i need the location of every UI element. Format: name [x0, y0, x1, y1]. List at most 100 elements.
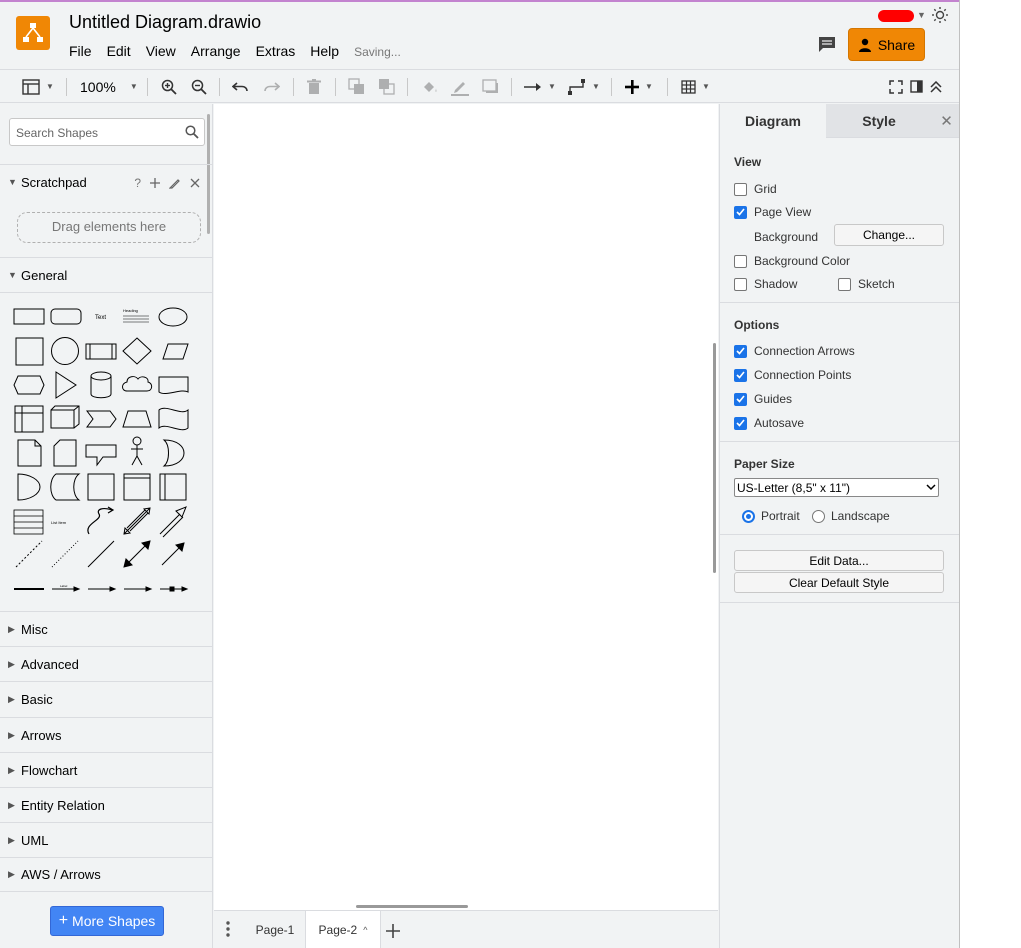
fill-color-button[interactable]: [421, 70, 439, 103]
shape-connector-symbol[interactable]: [160, 586, 189, 592]
connection-arrows-checkbox[interactable]: Connection Arrows: [734, 344, 855, 358]
connection-style-button[interactable]: ▼: [524, 70, 556, 103]
table-button[interactable]: ▼: [681, 70, 710, 103]
shape-connector-three-labels[interactable]: [124, 586, 153, 592]
shape-tape[interactable]: [158, 407, 189, 431]
scratchpad-dropzone[interactable]: Drag elements here: [17, 212, 201, 243]
autosave-checkbox[interactable]: Autosave: [734, 416, 804, 430]
page-view-checkbox[interactable]: Page View: [734, 205, 811, 219]
shadow-checkbox[interactable]: Shadow: [734, 277, 797, 291]
shape-container-square[interactable]: [87, 473, 115, 501]
shape-document[interactable]: [158, 376, 189, 395]
chevron-up-icon[interactable]: ^: [363, 925, 367, 935]
section-uml[interactable]: ▶ UML: [0, 822, 212, 857]
search-icon[interactable]: [185, 125, 199, 139]
shape-cloud[interactable]: [122, 376, 153, 392]
share-button[interactable]: Share: [848, 28, 925, 61]
to-front-button[interactable]: [348, 70, 365, 103]
shape-textbox[interactable]: Heading: [123, 308, 149, 323]
shape-triangle[interactable]: [55, 371, 77, 399]
shape-card[interactable]: [53, 439, 77, 467]
shape-rectangle[interactable]: [13, 308, 45, 325]
section-aws-arrows[interactable]: ▶ AWS / Arrows: [0, 857, 212, 892]
shape-list[interactable]: [13, 509, 44, 535]
tab-diagram[interactable]: Diagram: [720, 104, 826, 138]
collapse-button[interactable]: [930, 70, 942, 103]
shape-data-storage[interactable]: [50, 473, 81, 501]
shape-parallelogram[interactable]: [162, 343, 189, 360]
page-tab-1[interactable]: Page-1: [246, 911, 304, 948]
page-tab-2[interactable]: Page-2 ^: [305, 911, 381, 948]
shape-process[interactable]: [85, 343, 117, 360]
more-shapes-button[interactable]: + More Shapes: [50, 906, 164, 936]
shape-directional-connector[interactable]: [161, 542, 185, 566]
close-icon[interactable]: [190, 178, 200, 188]
portrait-radio[interactable]: Portrait: [742, 509, 800, 523]
shape-connector-two-labels[interactable]: [88, 586, 117, 592]
shape-actor[interactable]: [131, 436, 143, 466]
grid-checkbox[interactable]: Grid: [734, 182, 777, 196]
shape-arrow[interactable]: [159, 506, 187, 538]
search-input[interactable]: Search Shapes: [9, 118, 205, 146]
menu-file[interactable]: File: [69, 43, 92, 61]
waypoints-button[interactable]: ▼: [568, 70, 600, 103]
shape-delay[interactable]: [17, 473, 41, 501]
shape-text[interactable]: Text: [95, 315, 106, 321]
plus-icon[interactable]: [150, 178, 160, 188]
shape-bidirectional-connector[interactable]: [123, 540, 151, 568]
zoom-select[interactable]: 100% ▼: [80, 70, 138, 103]
user-avatar[interactable]: [878, 10, 914, 22]
zoom-out-button[interactable]: [191, 70, 207, 103]
section-entity-relation[interactable]: ▶ Entity Relation: [0, 787, 212, 822]
section-flowchart[interactable]: ▶ Flowchart: [0, 752, 212, 787]
clear-default-style-button[interactable]: Clear Default Style: [734, 572, 944, 593]
tab-style[interactable]: Style: [826, 104, 932, 138]
line-color-button[interactable]: [451, 70, 469, 103]
shape-diamond[interactable]: [122, 337, 152, 365]
add-page-button[interactable]: [386, 918, 400, 944]
shadow-button[interactable]: [482, 70, 499, 103]
help-icon[interactable]: ?: [134, 176, 141, 190]
section-misc[interactable]: ▶ Misc: [0, 611, 212, 646]
insert-button[interactable]: ▼: [625, 70, 653, 103]
redo-button[interactable]: [263, 70, 280, 103]
document-title[interactable]: Untitled Diagram.drawio: [69, 12, 261, 33]
pencil-icon[interactable]: [169, 177, 181, 189]
shape-dashed-line[interactable]: [15, 540, 43, 568]
shape-container-header[interactable]: [123, 473, 151, 501]
shape-rounded-rectangle[interactable]: [50, 308, 82, 325]
shape-connector-label[interactable]: Label: [52, 584, 81, 592]
zoom-in-button[interactable]: [161, 70, 177, 103]
paper-size-select[interactable]: US-Letter (8,5" x 11"): [734, 478, 939, 497]
menu-edit[interactable]: Edit: [107, 43, 131, 61]
scratchpad-header[interactable]: ▼ Scratchpad ?: [0, 164, 212, 199]
menu-arrange[interactable]: Arrange: [191, 43, 241, 61]
shape-dotted-line[interactable]: [51, 540, 79, 568]
shape-ellipse[interactable]: [158, 307, 188, 327]
menu-extras[interactable]: Extras: [256, 43, 296, 61]
shape-cylinder[interactable]: [90, 371, 112, 399]
background-color-checkbox[interactable]: Background Color: [734, 254, 850, 268]
chevron-down-icon[interactable]: ▼: [917, 10, 926, 20]
landscape-radio[interactable]: Landscape: [812, 509, 890, 523]
shape-hexagon[interactable]: [13, 375, 45, 395]
sketch-checkbox[interactable]: Sketch: [838, 277, 895, 291]
general-header[interactable]: ▼ General: [0, 257, 212, 292]
shape-circle[interactable]: [51, 337, 79, 365]
shape-bidirectional-arrow[interactable]: [123, 507, 151, 535]
change-background-button[interactable]: Change...: [834, 224, 944, 246]
canvas-vertical-scrollbar[interactable]: [713, 343, 716, 573]
shape-internal-storage[interactable]: [14, 405, 44, 433]
to-back-button[interactable]: [378, 70, 395, 103]
section-advanced[interactable]: ▶ Advanced: [0, 646, 212, 681]
shape-swimlane[interactable]: [159, 473, 187, 501]
shape-trapezoid[interactable]: [122, 410, 152, 428]
menu-view[interactable]: View: [146, 43, 176, 61]
delete-button[interactable]: [307, 70, 321, 103]
drawio-logo-icon[interactable]: [16, 16, 50, 50]
shape-list-item[interactable]: List Item: [51, 520, 67, 525]
fullscreen-button[interactable]: [889, 70, 903, 103]
shape-or[interactable]: [162, 439, 185, 467]
sun-icon[interactable]: [931, 6, 949, 29]
view-panels-button[interactable]: ▼: [22, 70, 54, 103]
